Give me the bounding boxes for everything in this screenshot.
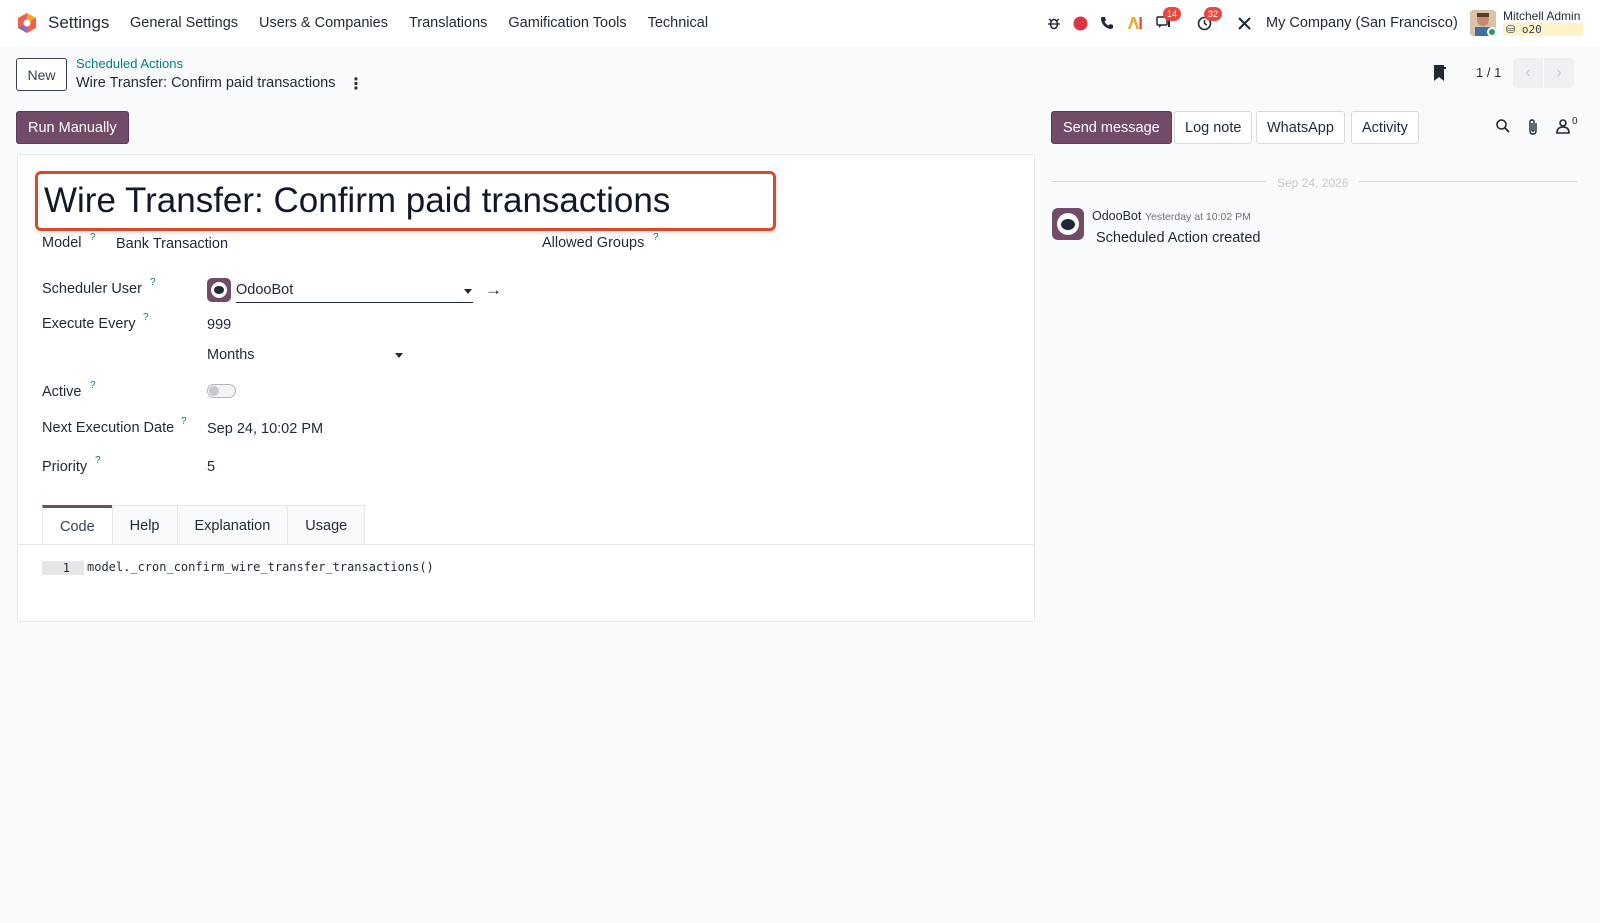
pager-next-button[interactable]: ›: [1544, 58, 1574, 88]
code-line-number: 1: [42, 561, 84, 575]
model-help-icon[interactable]: ?: [90, 232, 96, 243]
online-status-dot: [1487, 27, 1497, 37]
phone-icon[interactable]: [1098, 14, 1116, 32]
code-editor[interactable]: model._cron_confirm_wire_transfer_transa…: [87, 560, 434, 574]
next-execution-date-help-icon[interactable]: ?: [181, 416, 187, 427]
activity-button[interactable]: Activity: [1351, 111, 1419, 144]
next-execution-date-label: Next Execution Date: [42, 420, 175, 436]
scheduler-user-label: Scheduler User: [42, 281, 142, 297]
log-note-button[interactable]: Log note: [1174, 111, 1253, 144]
model-label: Model: [42, 235, 82, 251]
whatsapp-button[interactable]: WhatsApp: [1256, 111, 1345, 144]
priority-input[interactable]: 5: [207, 459, 215, 475]
main-menu: General Settings Users & Companies Trans…: [130, 15, 729, 31]
scheduler-user-input[interactable]: OdooBot: [236, 282, 473, 303]
pager-previous-button[interactable]: ‹: [1513, 58, 1543, 88]
scheduler-user-value: OdooBot: [236, 282, 294, 298]
database-label: o20: [1521, 23, 1542, 36]
priority-help-icon[interactable]: ?: [95, 455, 101, 466]
messages-icon[interactable]: 14: [1154, 7, 1181, 32]
tab-explanation[interactable]: Explanation: [176, 505, 289, 545]
breadcrumb-current-record: Wire Transfer: Confirm paid transactions: [76, 75, 336, 91]
menu-gamification-tools[interactable]: Gamification Tools: [508, 15, 626, 31]
bug-icon[interactable]: [1045, 14, 1063, 32]
interval-unit-select[interactable]: Months: [207, 347, 255, 363]
open-record-arrow-icon[interactable]: →: [485, 280, 502, 300]
execute-every-help-icon[interactable]: ?: [143, 312, 149, 323]
tab-usage[interactable]: Usage: [287, 505, 366, 545]
tabs-divider: [17, 544, 1034, 545]
menu-technical[interactable]: Technical: [648, 15, 708, 31]
ai-icon[interactable]: [1126, 14, 1144, 32]
run-manually-button[interactable]: Run Manually: [16, 111, 129, 144]
paperclip-icon[interactable]: [1525, 118, 1541, 136]
record-icon[interactable]: [1071, 14, 1089, 32]
bookmark-icon[interactable]: [1433, 64, 1447, 82]
message-author-avatar[interactable]: [1052, 208, 1084, 240]
activity-clock-icon[interactable]: 32: [1195, 7, 1222, 32]
scheduler-user-dropdown-icon[interactable]: [464, 289, 472, 294]
interval-unit-dropdown-icon[interactable]: [395, 353, 403, 358]
chevron-right-icon: ›: [1556, 64, 1562, 81]
follower-count: 0: [1572, 116, 1578, 127]
message-body: Scheduled Action created: [1096, 230, 1261, 246]
followers-icon[interactable]: [1555, 118, 1571, 134]
date-separator-line-right: [1359, 181, 1577, 182]
company-switcher[interactable]: My Company (San Francisco): [1266, 15, 1458, 31]
name-field-value: Wire Transfer: Confirm paid transactions: [44, 181, 671, 220]
next-execution-date-input[interactable]: Sep 24, 10:02 PM: [207, 421, 323, 437]
priority-label: Priority: [42, 459, 88, 475]
chevron-left-icon: ‹: [1525, 64, 1531, 81]
pager-value[interactable]: 1 / 1: [1476, 65, 1501, 80]
execute-every-label: Execute Every: [42, 316, 136, 332]
settings-app-icon[interactable]: [16, 12, 38, 34]
top-navbar: Settings General Settings Users & Compan…: [0, 0, 1600, 46]
send-message-button[interactable]: Send message: [1051, 111, 1172, 144]
messages-badge: 14: [1163, 7, 1181, 21]
allowed-groups-help-icon[interactable]: ?: [653, 232, 659, 243]
activities-badge: 32: [1204, 7, 1222, 21]
message-author[interactable]: OdooBot: [1092, 209, 1141, 223]
scheduler-user-help-icon[interactable]: ?: [150, 277, 156, 288]
execute-every-input[interactable]: 999: [207, 317, 231, 333]
menu-general-settings[interactable]: General Settings: [130, 15, 238, 31]
notebook-tabs: Code Help Explanation Usage: [42, 505, 366, 545]
app-name[interactable]: Settings: [48, 13, 109, 33]
message-time: Yesterday at 10:02 PM: [1145, 211, 1251, 223]
name-field[interactable]: Wire Transfer: Confirm paid transactions: [35, 171, 776, 231]
model-value[interactable]: Bank Transaction: [116, 236, 228, 252]
odoobot-avatar: [207, 278, 231, 302]
tools-icon[interactable]: [1235, 14, 1253, 32]
allowed-groups-label: Allowed Groups: [542, 235, 645, 251]
active-label: Active: [42, 384, 82, 400]
date-separator-line-left: [1052, 181, 1266, 182]
date-separator: Sep 24, 2026: [1277, 176, 1349, 190]
database-name: ⛁ o20: [1503, 23, 1583, 36]
tab-code[interactable]: Code: [42, 505, 113, 545]
user-name[interactable]: Mitchell Admin: [1503, 9, 1580, 23]
active-help-icon[interactable]: ?: [90, 380, 96, 391]
tab-help[interactable]: Help: [111, 505, 178, 545]
menu-translations[interactable]: Translations: [409, 15, 487, 31]
search-icon[interactable]: [1495, 118, 1511, 134]
menu-users-companies[interactable]: Users & Companies: [259, 15, 388, 31]
new-button[interactable]: New: [16, 58, 67, 91]
breadcrumb-scheduled-actions[interactable]: Scheduled Actions: [76, 56, 183, 71]
actions-menu-icon[interactable]: ⋮: [348, 74, 364, 94]
active-toggle[interactable]: [207, 384, 236, 398]
